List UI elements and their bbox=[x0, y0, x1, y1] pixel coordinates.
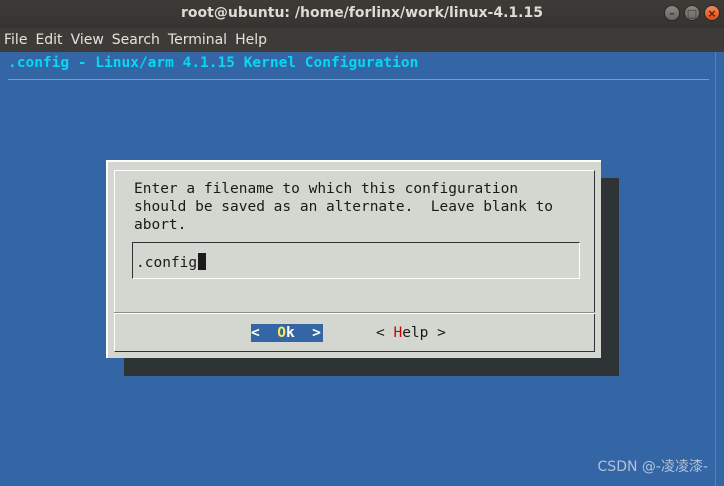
window-controls: – □ × bbox=[664, 5, 720, 23]
filename-input-text: .config bbox=[136, 253, 207, 271]
ok-hotkey: O bbox=[277, 325, 286, 341]
terminal-scrollbar[interactable] bbox=[715, 52, 724, 486]
ok-bracket-left: < bbox=[251, 325, 278, 341]
menu-terminal[interactable]: Terminal bbox=[164, 28, 231, 52]
help-hotkey: H bbox=[393, 325, 403, 341]
close-icon[interactable]: × bbox=[704, 5, 720, 21]
menu-view[interactable]: View bbox=[67, 28, 108, 52]
save-config-dialog: Enter a filename to which this configura… bbox=[106, 160, 601, 358]
terminal-area[interactable]: .config - Linux/arm 4.1.15 Kernel Config… bbox=[0, 52, 716, 486]
maximize-icon[interactable]: □ bbox=[684, 5, 700, 21]
terminal-window: root@ubuntu: /home/forlinx/work/linux-4.… bbox=[0, 0, 724, 486]
ok-button[interactable]: < Ok > bbox=[251, 324, 323, 342]
ok-label-rest: k bbox=[285, 325, 295, 341]
watermark: CSDN @-凌凌漆- bbox=[597, 459, 708, 475]
dialog-prompt: Enter a filename to which this configura… bbox=[134, 181, 554, 233]
menu-search[interactable]: Search bbox=[108, 28, 164, 52]
menu-file[interactable]: File bbox=[0, 28, 31, 52]
help-button[interactable]: < Help > bbox=[376, 324, 446, 342]
menu-edit[interactable]: Edit bbox=[31, 28, 66, 52]
window-title: root@ubuntu: /home/forlinx/work/linux-4.… bbox=[181, 5, 543, 21]
menu-bar: File Edit View Search Terminal Help bbox=[0, 28, 724, 52]
menuconfig-backtitle: .config - Linux/arm 4.1.15 Kernel Config… bbox=[8, 55, 419, 71]
help-label-rest: elp bbox=[402, 325, 429, 341]
filename-input[interactable]: .config bbox=[132, 242, 580, 279]
minimize-icon[interactable]: – bbox=[664, 5, 680, 21]
dialog-separator bbox=[114, 312, 595, 314]
help-bracket-right: > bbox=[428, 325, 446, 341]
backtitle-underline bbox=[8, 79, 709, 80]
ok-bracket-right: > bbox=[294, 325, 321, 341]
text-cursor bbox=[198, 253, 207, 270]
title-bar: root@ubuntu: /home/forlinx/work/linux-4.… bbox=[0, 0, 724, 28]
menu-help[interactable]: Help bbox=[231, 28, 271, 52]
filename-value: .config bbox=[136, 255, 198, 271]
help-bracket-left: < bbox=[376, 325, 394, 341]
